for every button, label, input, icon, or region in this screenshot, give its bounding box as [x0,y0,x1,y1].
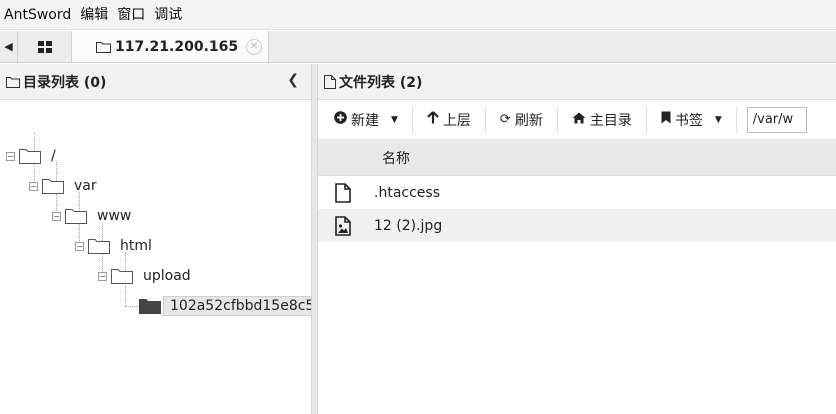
folder-filled-icon [139,298,161,314]
up-button[interactable]: 上层 [413,106,486,133]
chevron-down-icon: ▼ [391,114,398,125]
file-panel-header: 文件列表 (2) [318,64,836,100]
directory-panel-header: 目录列表 (0) ❮ [0,64,311,100]
tree-node-var[interactable]: − var [29,174,97,198]
up-button-label: 上层 [442,112,471,129]
tab-shell-session[interactable]: 117.21.200.165 ✕ [72,31,269,62]
file-panel-title: 文件列表 (2) [339,74,423,91]
tree-node-label: / [51,148,56,164]
tree-node-upload[interactable]: − upload [98,264,191,288]
home-icon [572,112,586,128]
tree-node-selected-folder[interactable]: 102a52cfbbd15e8c5 [139,294,311,318]
menu-antsword[interactable]: AntSword [0,0,76,30]
tree-node-label: 102a52cfbbd15e8c5 [163,296,311,316]
home-button[interactable]: 主目录 [558,106,647,133]
tab-scroll-left-icon[interactable]: ◀ [0,31,18,62]
tree-node-label: www [97,208,132,224]
tab-bar: ◀ 117.21.200.165 ✕ [0,31,836,63]
arrow-up-icon [427,111,439,128]
directory-panel-title: 目录列表 (0) [23,74,107,91]
menu-window[interactable]: 窗口 [113,0,150,30]
image-file-icon [318,215,368,236]
folder-icon [88,238,110,254]
home-grid-tab[interactable] [18,31,72,62]
folder-icon [42,178,64,194]
menu-bar: AntSword 编辑 窗口 调试 [0,0,836,30]
tree-node-label: upload [143,268,191,284]
file-row[interactable]: 12 (2).jpg [318,209,836,242]
folder-icon [19,148,41,164]
chevron-down-icon: ▼ [714,114,722,125]
bookmark-icon [661,111,671,128]
new-button[interactable]: 新建 ▼ [318,106,413,133]
folder-icon [6,76,20,88]
refresh-icon: ⟳ [499,112,511,127]
folder-icon [96,41,111,53]
tab-title: 117.21.200.165 [115,38,239,55]
tree-node-label: var [74,178,97,194]
file-icon [318,182,368,203]
home-button-label: 主目录 [589,112,632,129]
refresh-button-label: 刷新 [514,112,543,129]
directory-panel: 目录列表 (0) ❮ − / − var − www − html − uplo… [0,64,312,414]
close-tab-icon[interactable]: ✕ [246,38,263,55]
bookmark-button-label: 书签 [674,112,703,129]
bookmark-button[interactable]: 书签 ▼ [647,106,737,133]
plus-circle-icon [334,111,347,128]
collapse-node-icon[interactable]: − [98,271,107,281]
new-button-label: 新建 [351,112,379,129]
menu-edit[interactable]: 编辑 [76,0,113,30]
file-name: .htaccess [374,184,440,201]
folder-icon [65,208,87,224]
collapse-panel-icon[interactable]: ❮ [287,72,299,88]
file-name: 12 (2).jpg [374,217,443,234]
grid-icon [37,40,52,53]
file-panel: 文件列表 (2) 新建 ▼ 上层 ⟳ 刷新 主目录 书签 ▼ /var/w 名称… [318,64,836,414]
tree-node-html[interactable]: − html [75,234,152,258]
file-toolbar: 新建 ▼ 上层 ⟳ 刷新 主目录 书签 ▼ [318,100,836,140]
refresh-button[interactable]: ⟳ 刷新 [486,106,558,133]
collapse-node-icon[interactable]: − [52,211,61,221]
path-input[interactable] [746,106,807,133]
collapse-node-icon[interactable]: − [29,181,38,191]
collapse-node-icon[interactable]: − [6,151,15,161]
file-grid-header: 名称 [318,140,836,176]
collapse-node-icon[interactable]: − [75,241,84,251]
tree-node-root[interactable]: − / [6,144,56,168]
menu-debug[interactable]: 调试 [150,0,187,30]
file-icon [324,74,336,89]
folder-icon [111,268,133,284]
file-row[interactable]: .htaccess [318,176,836,209]
column-header-name[interactable]: 名称 [374,148,410,168]
tree-node-label: html [120,238,152,254]
tree-node-www[interactable]: − www [52,204,131,228]
